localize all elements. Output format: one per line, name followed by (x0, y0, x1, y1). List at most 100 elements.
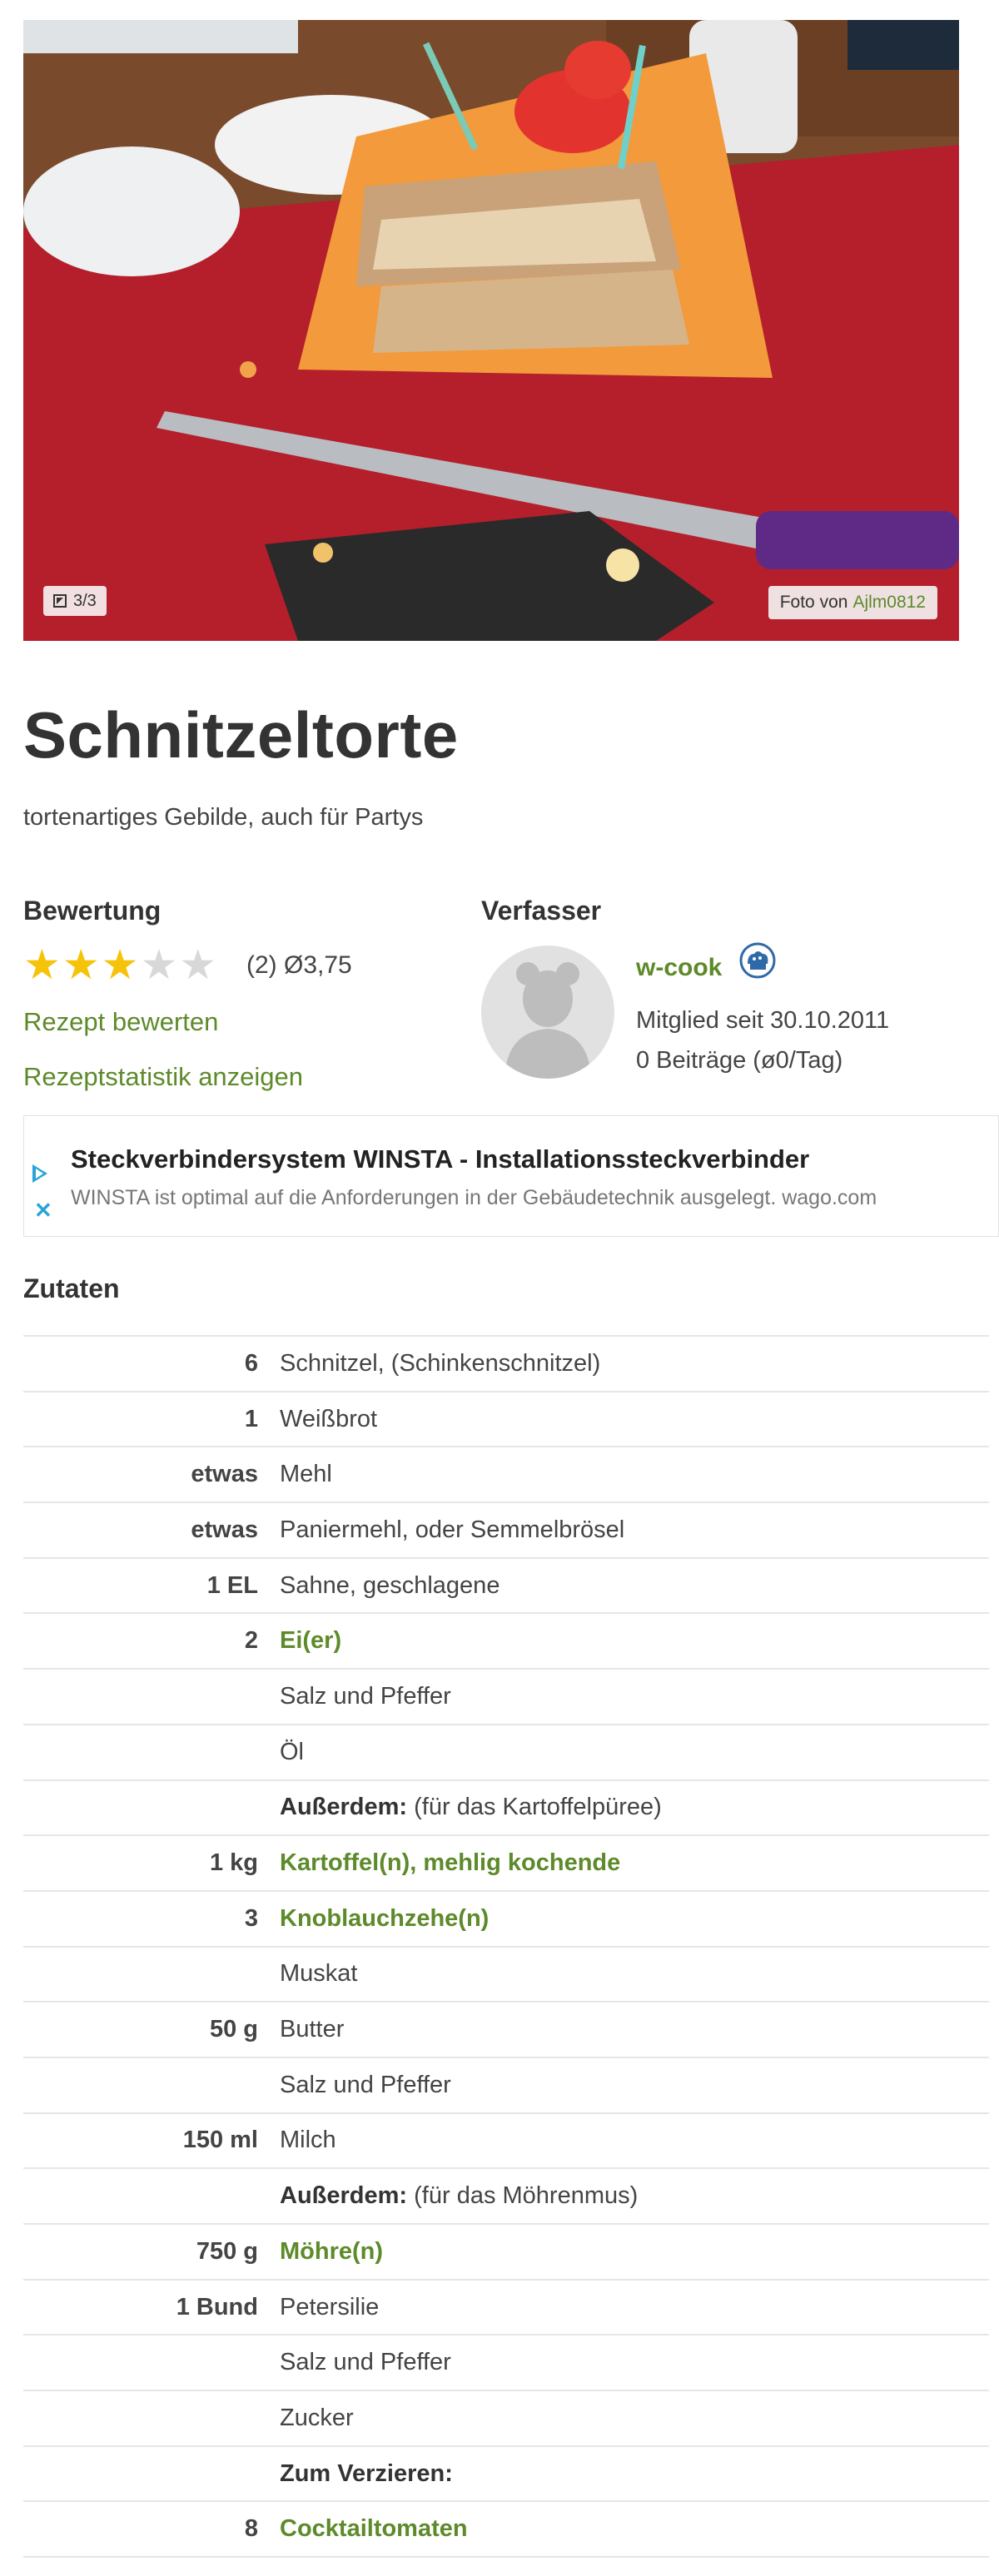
ingredient-section-label: Außerdem: (280, 2182, 408, 2210)
ingredient-amount: 1 Bund (176, 2293, 258, 2320)
ingredient-name-cell: Salz und Pfeffer (280, 2335, 989, 2390)
ingredient-link[interactable]: Ei(er) (280, 1627, 341, 1654)
rating-star-icon[interactable]: ★ (23, 944, 61, 985)
ingredient-row: Salz und Pfeffer (23, 2335, 989, 2390)
ingredient-name-cell: Öl (280, 1725, 989, 1780)
adchoices-play-icon[interactable] (32, 1164, 47, 1183)
recipe-page: 3/3 Foto von Ajlm0812 Schnitzeltorte tor… (0, 0, 999, 2576)
recipe-stats-link[interactable]: Rezeptstatistik anzeigen (23, 1062, 303, 1092)
photo-credit: Foto von Ajlm0812 (768, 586, 937, 619)
ingredient-amount: 6 (244, 1349, 258, 1377)
ingredient-row: Öl (23, 1724, 989, 1780)
ingredient-name-cell: Butter (280, 2002, 989, 2057)
author-name-link[interactable]: w-cook (636, 954, 722, 982)
ingredient-name: Muskat (280, 1960, 358, 1988)
ingredient-amount (23, 2446, 280, 2502)
ingredient-amount (23, 1725, 280, 1780)
recipe-photo[interactable]: 3/3 Foto von Ajlm0812 (23, 20, 959, 641)
ingredient-name: Salz und Pfeffer (280, 2349, 451, 2376)
ingredient-row: 750 g Möhre(n) (23, 2224, 989, 2280)
ingredient-name-cell: Zucker (280, 2390, 989, 2446)
ingredient-name-cell: Knoblauchzehe(n) (280, 1891, 989, 1947)
ingredient-name-cell: Außerdem: (für das Kartoffelpüree) (280, 1780, 989, 1836)
ingredient-amount: 3 (244, 1904, 258, 1932)
ingredient-name: Mehl (280, 1461, 332, 1488)
ingredient-row: Außerdem: (für das Kartoffelpüree) (23, 1779, 989, 1836)
ingredient-amount: 1 EL (206, 1571, 258, 1599)
ad-description[interactable]: WINSTA ist optimal auf die Anforderungen… (71, 1186, 877, 1210)
ingredient-row: 150 ml Milch (23, 2112, 989, 2169)
ingredient-row: etwas Mehl (23, 1447, 989, 1502)
ingredient-name-cell: Salz und Pfeffer (280, 1669, 989, 1725)
ingredient-name: Weißbrot (280, 1405, 378, 1432)
rating-star-icon[interactable]: ★ (179, 944, 216, 985)
ingredient-link[interactable]: Kartoffel(n), mehlig kochende (280, 1849, 620, 1876)
rating-stars[interactable]: ★ ★ ★ ★ ★ (23, 944, 216, 985)
rating-average: Ø3,75 (284, 951, 352, 979)
ingredient-link[interactable]: Knoblauchzehe(n) (280, 1905, 489, 1932)
ingredient-name-cell: Cocktailtomaten (280, 2501, 989, 2557)
ad-title[interactable]: Steckverbindersystem WINSTA - Installati… (71, 1144, 809, 1174)
ingredient-amount: etwas (191, 1516, 258, 1543)
ingredient-name-cell: Milch (280, 2113, 989, 2169)
ad-close-icon[interactable]: ✕ (34, 1199, 52, 1221)
ingredient-amount (23, 2335, 280, 2390)
rate-recipe-link[interactable]: Rezept bewerten (23, 1007, 218, 1037)
ingredient-row: Salz und Pfeffer (23, 1669, 989, 1725)
member-since: Mitglied seit 30.10.2011 (636, 1007, 890, 1034)
advertisement[interactable]: ✕ Steckverbindersystem WINSTA - Installa… (23, 1115, 999, 1237)
ingredient-name: Salz und Pfeffer (280, 2071, 451, 2098)
ingredient-link[interactable]: Möhre(n) (280, 2238, 383, 2265)
ingredients-table: 6 Schnitzel, (Schinkenschnitzel) 1 Weißbrot… (23, 1335, 989, 2558)
ingredient-name: Butter (280, 2016, 345, 2043)
photo-counter[interactable]: 3/3 (43, 586, 107, 616)
rating-meta: (2) Ø3,75 (246, 951, 352, 980)
rating-star-icon[interactable]: ★ (140, 944, 177, 985)
ingredient-amount (23, 2168, 280, 2224)
photo-credit-prefix: Foto von (779, 593, 848, 612)
ingredient-link[interactable]: Cocktailtomaten (280, 2515, 468, 2542)
ingredient-name-cell: Sahne, geschlagene (280, 1558, 989, 1614)
ingredient-amount: etwas (191, 1461, 258, 1488)
ingredient-amount: 750 g (196, 2237, 258, 2265)
recipe-subtitle: tortenartiges Gebilde, auch für Partys (23, 804, 424, 831)
gallery-icon (53, 594, 67, 608)
ingredient-amount: 1 (244, 1405, 258, 1432)
ingredient-amount: 1 kg (209, 1849, 258, 1877)
ingredient-name: Paniermehl, oder Semmelbrösel (280, 1516, 625, 1543)
ingredient-name-cell: Muskat (280, 1947, 989, 2003)
rating-heading: Bewertung (23, 896, 162, 926)
ingredient-name: Öl (280, 1738, 304, 1765)
ingredient-row: 1 EL Sahne, geschlagene (23, 1557, 989, 1614)
ingredient-name: Zucker (280, 2404, 354, 2431)
ingredient-row: 8 Cocktailtomaten (23, 2501, 989, 2558)
ingredient-row: 2 Ei(er) (23, 1613, 989, 1669)
ingredient-row: 50 g Butter (23, 2002, 989, 2057)
ingredient-row: Außerdem: (für das Möhrenmus) (23, 2168, 989, 2224)
ingredient-row: etwas Paniermehl, oder Semmelbrösel (23, 1502, 989, 1558)
ingredient-name-cell: Zum Verzieren: (280, 2446, 989, 2502)
photo-credit-author-link[interactable]: Ajlm0812 (852, 593, 926, 613)
ingredient-name: Milch (280, 2127, 336, 2154)
ingredient-row: Salz und Pfeffer (23, 2057, 989, 2113)
rating-star-icon[interactable]: ★ (102, 944, 139, 985)
ingredient-row: 1 Bund Petersilie (23, 2279, 989, 2335)
ingredient-name: Salz und Pfeffer (280, 1682, 451, 1710)
ingredient-name-cell: Mehl (280, 1447, 989, 1502)
ingredient-amount: 8 (244, 2515, 258, 2543)
ingredient-name-cell: Weißbrot (280, 1392, 989, 1447)
ingredient-name-cell: Ei(er) (280, 1613, 989, 1669)
ingredient-row: 1 kg Kartoffel(n), mehlig kochende (23, 1835, 989, 1891)
ingredient-section-label: Außerdem: (280, 1794, 408, 1821)
author-posts: 0 Beiträge (ø0/Tag) (636, 1047, 843, 1074)
avatar[interactable] (481, 946, 614, 1079)
ingredient-name-cell: Salz und Pfeffer (280, 2057, 989, 2113)
ingredient-amount: 2 (244, 1627, 258, 1655)
ingredient-amount (23, 1780, 280, 1836)
ingredient-section-note: (für das Möhrenmus) (407, 2182, 639, 2210)
ingredients-heading: Zutaten (23, 1273, 120, 1303)
ingredient-row: 6 Schnitzel, (Schinkenschnitzel) (23, 1336, 989, 1392)
ingredient-name-cell: Möhre(n) (280, 2224, 989, 2280)
rating-star-icon[interactable]: ★ (62, 944, 100, 985)
author-heading: Verfasser (481, 896, 602, 926)
